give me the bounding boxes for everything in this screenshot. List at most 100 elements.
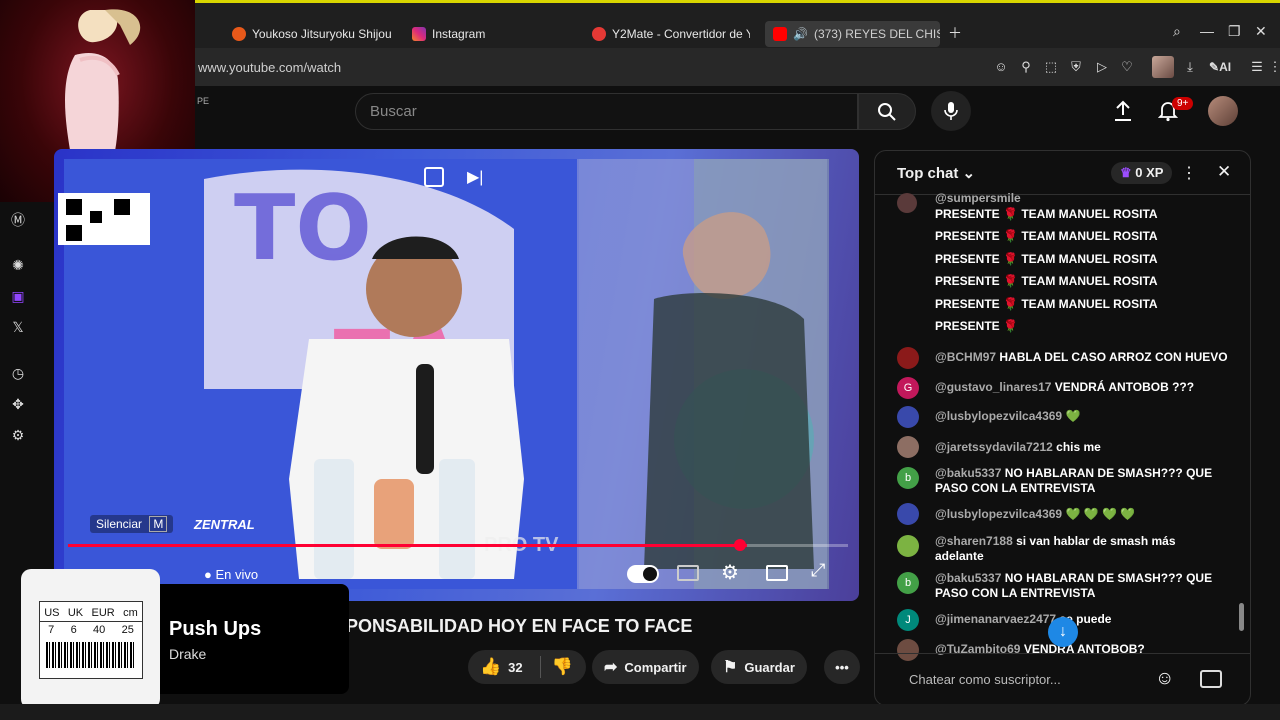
scroll-to-bottom-button[interactable]: ↓ xyxy=(1048,617,1078,647)
zentral-logo: ZENTRAL xyxy=(194,517,255,532)
next-video-button[interactable]: ▶| xyxy=(467,167,483,187)
messenger-icon[interactable]: Ⓜ xyxy=(8,210,28,230)
share-arrow-icon: ➦ xyxy=(604,659,618,676)
thumbs-down-icon[interactable]: 👎 xyxy=(552,657,573,677)
emoji-extension-icon[interactable]: ☺ xyxy=(992,58,1010,76)
rose-icon: 🌹 xyxy=(1003,274,1018,288)
new-tab-button[interactable]: ＋ xyxy=(948,23,962,43)
barcode xyxy=(46,642,136,668)
chat-repeat-line: PRESENTE 🌹 TEAM MANUEL ROSITA xyxy=(935,274,1158,288)
autoplay-toggle[interactable] xyxy=(627,565,659,583)
svg-text:TO: TO xyxy=(234,176,372,281)
chat-avatar-pinned xyxy=(897,193,917,213)
chat-input-field[interactable]: Chatear como suscriptor... xyxy=(909,672,1061,687)
search-input[interactable]: Buscar xyxy=(355,93,858,130)
chat-scrollbar[interactable] xyxy=(1239,603,1244,631)
chatgpt-icon[interactable]: ✺ xyxy=(8,255,28,275)
size-header-row: US UK EUR cm xyxy=(44,607,138,619)
chat-message: @jaretssydavila7212 chis me xyxy=(935,440,1101,454)
rose-icon: 🌹 xyxy=(1003,319,1018,333)
tab-y2mate[interactable]: Y2Mate - Convertidor de Y xyxy=(592,21,750,47)
chat-message: @lusbylopezvilca4369 💚 xyxy=(935,409,1081,423)
bookmark-icon: ⚑ xyxy=(723,659,738,676)
browser-menu-icon[interactable]: ☰ xyxy=(1248,58,1266,76)
extensions-icon[interactable]: ✥ xyxy=(8,394,28,414)
x-twitter-icon[interactable]: 𝕏 xyxy=(8,317,28,337)
browser-search-icon[interactable]: ⌕ xyxy=(1173,23,1181,40)
progress-scrubber[interactable] xyxy=(734,539,746,551)
thumbs-up-icon[interactable]: 👍 xyxy=(480,657,501,677)
chat-repeat-line: PRESENTE 🌹 TEAM MANUEL ROSITA xyxy=(935,297,1158,311)
chat-message: @sharen7188 si van hablar de smash más a… xyxy=(935,534,1176,563)
restore-button[interactable]: ❐ xyxy=(1228,23,1241,40)
download-icon[interactable]: ⤓ xyxy=(1181,58,1199,76)
rose-icon: 🌹 xyxy=(1003,229,1018,243)
share-button[interactable]: ➦ Compartir xyxy=(592,650,699,684)
fullscreen-button[interactable]: ⤢ xyxy=(811,560,825,581)
chat-message: @gustavo_linares17 VENDRÁ ANTOBOB ??? xyxy=(935,380,1195,394)
account-avatar[interactable] xyxy=(1208,96,1238,126)
crop-extension-icon[interactable]: ⬚ xyxy=(1042,58,1060,76)
video-title: PONSABILIDAD HOY EN FACE TO FACE xyxy=(346,616,693,636)
emoji-picker-icon[interactable]: ☺ xyxy=(1155,668,1174,690)
profile-extension-icon[interactable] xyxy=(1152,56,1174,78)
shield-extension-icon[interactable]: ⛨ xyxy=(1067,58,1085,76)
search-icon xyxy=(878,102,896,121)
video-progress-fill xyxy=(68,544,747,547)
history-icon[interactable]: ◷ xyxy=(8,363,28,383)
chat-avatar xyxy=(897,436,919,458)
chat-repeat-line: PRESENTE 🌹 TEAM MANUEL ROSITA xyxy=(935,229,1158,243)
twitch-icon[interactable]: ▣ xyxy=(8,286,28,306)
tab-youkoso[interactable]: Youkoso Jitsuryoku Shijou xyxy=(232,21,394,47)
chat-avatar: G xyxy=(897,377,919,399)
close-chat-icon[interactable]: ✕ xyxy=(1217,162,1231,182)
notification-count-badge: 9+ xyxy=(1172,97,1194,110)
search-button[interactable] xyxy=(858,93,916,130)
heart-extension-icon[interactable]: ♡ xyxy=(1118,58,1136,76)
ai-button[interactable]: ✎AI xyxy=(1209,60,1231,74)
miniplayer-button[interactable] xyxy=(424,167,444,187)
chat-message: @jimenanarvaez2477 se puede xyxy=(935,612,1112,626)
like-dislike-group: 👍 32 👎 xyxy=(468,650,586,684)
size-value-row: 7 6 40 25 xyxy=(40,621,142,636)
settings-gear-icon[interactable]: ⚙ xyxy=(8,425,28,445)
chat-avatar xyxy=(897,406,919,428)
chat-avatar: J xyxy=(897,609,919,631)
video-progress-track[interactable] xyxy=(68,544,848,547)
super-chat-icon[interactable] xyxy=(1200,670,1222,688)
chat-repeat-line: PRESENTE 🌹 TEAM MANUEL ROSITA xyxy=(935,252,1158,266)
now-playing-overlay: US UK EUR cm 7 6 40 25 Push Ups Drake xyxy=(21,569,349,709)
url-text[interactable]: www.youtube.com/watch xyxy=(198,60,341,75)
kebab-menu-icon[interactable]: ⋮ xyxy=(1266,58,1280,76)
save-button[interactable]: ⚑ Guardar xyxy=(711,650,807,684)
chat-repeat-line: PRESENTE 🌹 TEAM MANUEL ROSITA xyxy=(935,207,1158,221)
minimize-button[interactable]: — xyxy=(1200,23,1214,39)
y2mate-icon xyxy=(592,27,606,41)
voice-search-button[interactable] xyxy=(931,91,971,131)
theater-mode-button[interactable] xyxy=(766,565,788,581)
chat-menu-icon[interactable]: ⋮ xyxy=(1181,163,1197,183)
more-actions-button[interactable]: ••• xyxy=(824,650,860,684)
upload-button[interactable] xyxy=(1111,99,1135,123)
video-player[interactable]: TO FA ▶| ZENTRAL PRO TV Silenciar M ● En… xyxy=(54,149,859,601)
send-extension-icon[interactable]: ▷ xyxy=(1093,58,1111,76)
chat-avatar xyxy=(897,347,919,369)
speaker-icon: 🔊 xyxy=(793,27,808,41)
xp-badge[interactable]: ♛ 0 XP xyxy=(1111,162,1173,184)
video-frame-scene: TO FA xyxy=(58,159,829,589)
settings-button[interactable]: ⚙ xyxy=(721,560,739,585)
chat-mode-dropdown[interactable]: Top chat ⌄ xyxy=(897,164,975,182)
upload-icon xyxy=(1115,100,1131,121)
youtube-country-code: PE xyxy=(197,96,210,106)
live-chat-panel: Top chat ⌄ ♛ 0 XP ⋮ ✕ @sumpersmile PRESE… xyxy=(874,150,1251,706)
chat-message: @baku5337 NO HABLARAN DE SMASH??? QUE PA… xyxy=(935,466,1213,495)
toggle-knob xyxy=(643,567,657,581)
subtitles-button[interactable] xyxy=(677,565,699,581)
tab-instagram[interactable]: Instagram xyxy=(412,21,542,47)
tab-youtube-active[interactable]: 🔊 (373) REYES DEL CHIS xyxy=(765,21,940,47)
pin-extension-icon[interactable]: ⚲ xyxy=(1017,58,1035,76)
track-title: Push Ups xyxy=(169,618,262,640)
mute-tooltip: Silenciar M xyxy=(90,515,174,533)
chat-message: @baku5337 NO HABLARAN DE SMASH??? QUE PA… xyxy=(935,571,1213,600)
close-window-button[interactable]: ✕ xyxy=(1255,23,1267,40)
